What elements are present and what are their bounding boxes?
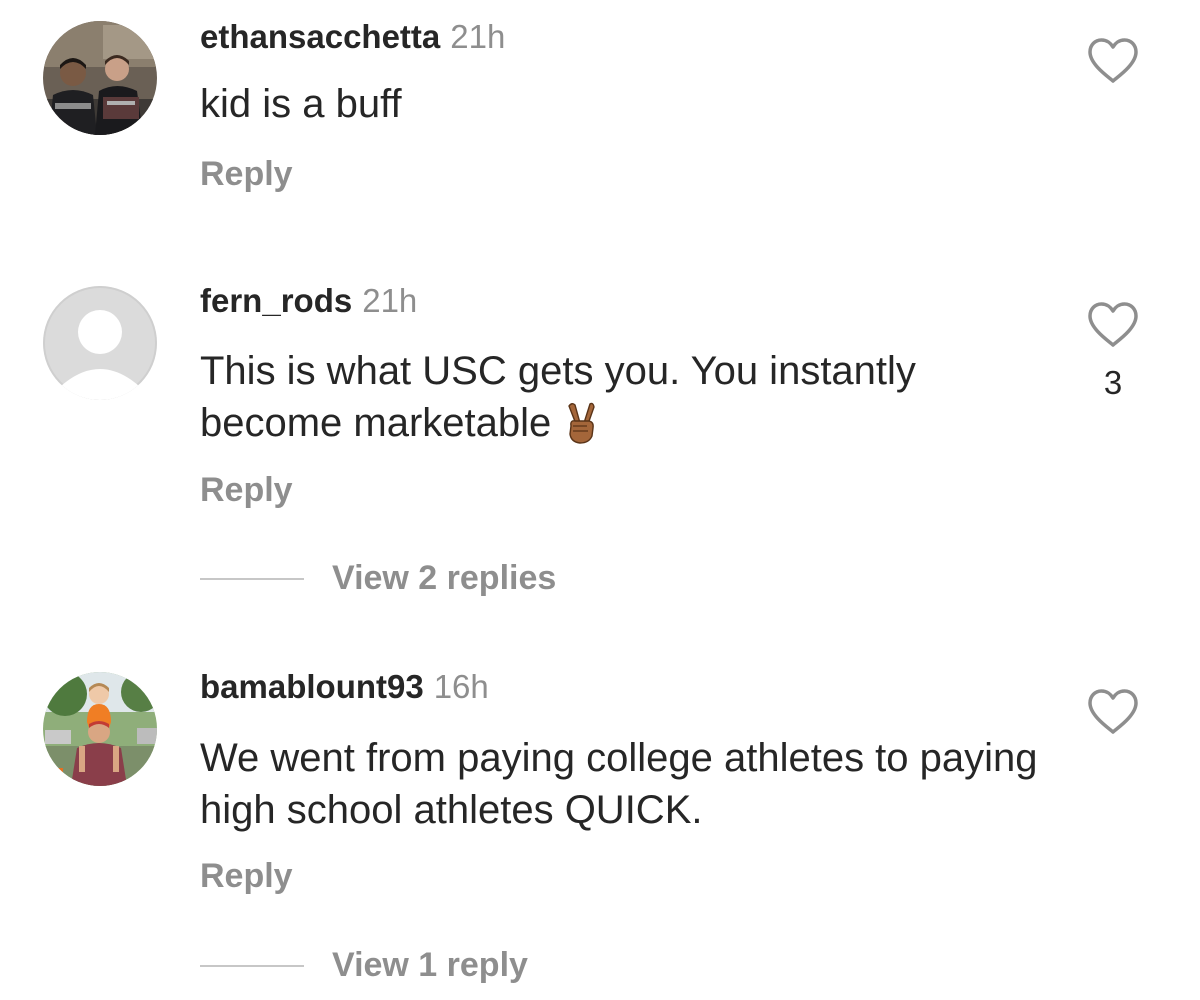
username[interactable]: ethansacchetta (200, 18, 440, 55)
default-avatar-icon (43, 286, 157, 400)
username[interactable]: bamablount93 (200, 668, 424, 705)
timestamp: 21h (362, 282, 418, 319)
like-button[interactable] (1086, 301, 1140, 349)
comment-header: bamablount93 16h (200, 668, 489, 706)
view-replies-label: View 2 replies (332, 559, 557, 597)
comment-text: We went from paying college athletes to … (200, 732, 1060, 836)
avatar[interactable] (43, 21, 157, 135)
view-replies-button[interactable]: View 1 reply (200, 945, 600, 985)
reply-thread-line (200, 965, 304, 967)
reply-button[interactable]: Reply (200, 154, 293, 194)
reply-button[interactable]: Reply (200, 856, 293, 896)
comment-text-content: We went from paying college athletes to … (200, 736, 1038, 832)
view-replies-button[interactable]: View 2 replies (200, 558, 600, 598)
avatar[interactable] (43, 672, 157, 786)
heart-outline-icon (1088, 38, 1138, 83)
avatar-photo-icon (43, 21, 157, 135)
comment-text: This is what USC gets you. You instantly… (200, 345, 1060, 457)
reply-button[interactable]: Reply (200, 470, 293, 510)
view-replies-label: View 1 reply (332, 946, 528, 984)
victory-hand-emoji (563, 402, 597, 457)
comment-header: fern_rods 21h (200, 282, 417, 320)
timestamp: 21h (450, 18, 506, 55)
like-count: 3 (1103, 364, 1123, 401)
username[interactable]: fern_rods (200, 282, 352, 319)
avatar-photo-icon (43, 672, 157, 786)
heart-outline-icon (1088, 689, 1138, 734)
avatar[interactable] (43, 286, 157, 400)
timestamp: 16h (433, 668, 489, 705)
heart-outline-icon (1088, 302, 1138, 347)
comment-text: kid is a buff (200, 78, 1060, 130)
like-button[interactable] (1086, 37, 1140, 85)
reply-thread-line (200, 578, 304, 580)
like-button[interactable] (1086, 688, 1140, 736)
comment-text-content: kid is a buff (200, 82, 402, 126)
comment-text-content: This is what USC gets you. You instantly… (200, 349, 916, 445)
comment-header: ethansacchetta 21h (200, 18, 505, 56)
